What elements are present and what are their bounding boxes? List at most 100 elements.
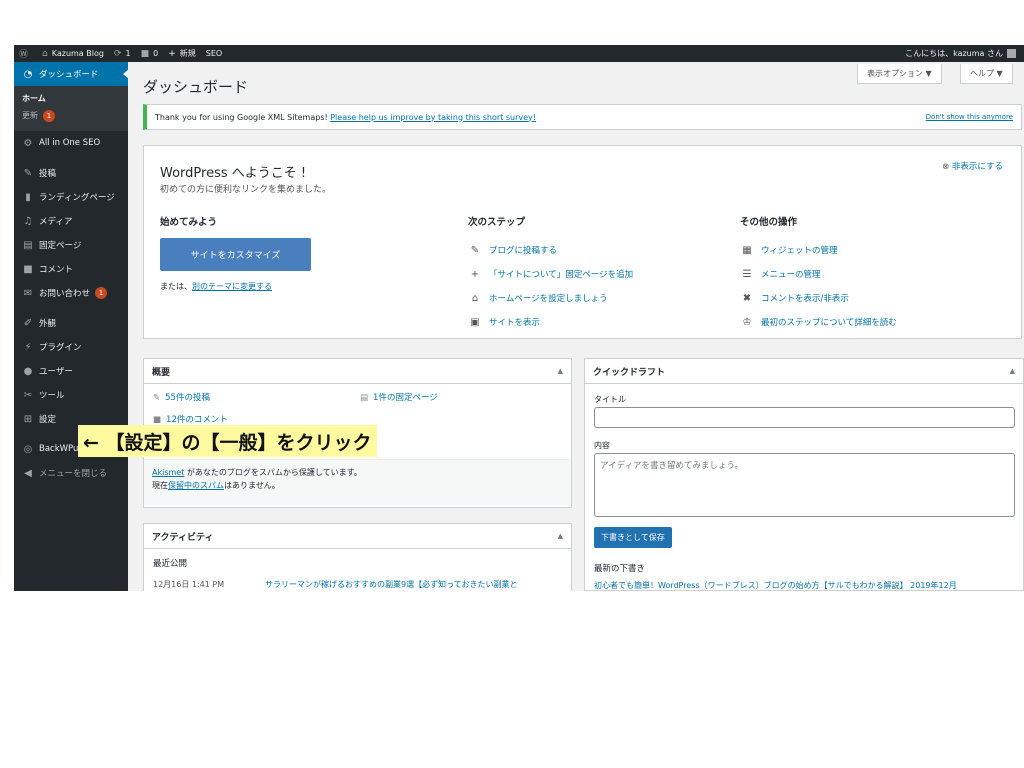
first-steps-link[interactable]: ♔ 最初のステップについて詳細を読む [740, 310, 897, 334]
pin-icon: ✎ [153, 393, 161, 403]
brush-icon: ✐ [23, 317, 33, 329]
customize-site-button[interactable]: サイトをカスタマイズ [160, 238, 311, 271]
refresh-icon: ⟳ [113, 48, 122, 59]
home-icon: ⌂ [42, 48, 48, 59]
draft-title-input[interactable] [594, 407, 1015, 428]
welcome-col-more-actions: その他の操作 ▦ ウィジェットの管理 ☰ メニューの管理 ✖ コメントを表示/非表示 … [740, 214, 897, 334]
activity-widget: アクティビティ ▲ 最近公開 12月16日 1:41 PM サラリーマンが稼げるお… [143, 523, 572, 591]
submenu-home[interactable]: ホーム [14, 90, 128, 107]
contact-badge: 1 [95, 287, 108, 299]
plus-icon: + [168, 48, 176, 59]
media-icon: ♫ [23, 215, 33, 227]
akismet-link[interactable]: Akismet [152, 468, 184, 477]
save-draft-button[interactable]: 下書きとして保存 [594, 527, 672, 548]
home-icon: ⌂ [471, 292, 479, 304]
view-site-link[interactable]: ▣ サイトを表示 [468, 310, 633, 334]
wrench-icon: ✂ [23, 389, 33, 401]
change-theme-link[interactable]: 別のテーマに変更する [192, 282, 272, 291]
screen-options-button[interactable]: 表示オプション ▼ [857, 64, 942, 84]
comments-count-link[interactable]: ■ 12件のコメント [153, 413, 228, 425]
updates-link[interactable]: ⟳ 1 [109, 45, 136, 62]
landing-icon: ▮ [25, 191, 31, 203]
page-icon: ▤ [360, 393, 369, 403]
submenu-updates[interactable]: 更新 1 [14, 107, 128, 125]
add-about-page-link[interactable]: + 「サイトについて」固定ページを追加 [468, 262, 633, 286]
dashboard-icon: ◔ [23, 68, 33, 80]
write-post-link[interactable]: ✎ ブログに投稿する [468, 238, 633, 262]
sidebar-item-users[interactable]: ● ユーザー [14, 359, 128, 383]
backwpup-icon: ◎ [23, 443, 33, 455]
my-account-link[interactable]: こんにちは、kazuma さん [900, 45, 1024, 62]
comment-icon: ■ [153, 415, 162, 425]
sidebar-collapse-menu[interactable]: ◀ メニューを閉じる [14, 461, 128, 485]
sidebar-item-landing[interactable]: ▮ ランディングページ [14, 185, 128, 209]
collapse-toggle-icon[interactable]: ▲ [558, 367, 563, 375]
user-icon: ● [23, 365, 33, 377]
survey-link[interactable]: Please help us improve by taking this sh… [330, 113, 536, 122]
sidebar-item-aioseo[interactable]: ⚙ All in One SEO [14, 131, 128, 155]
mail-icon: ✉ [23, 287, 33, 299]
toggle-comments-link[interactable]: ✖ コメントを表示/非表示 [740, 286, 897, 310]
graduation-cap-icon: ♔ [742, 316, 752, 328]
admin-bar: Ⓦ ⌂ Kazuma Blog ⟳ 1 ■ 0 + 新規 SEO こんにちは、kazum… [14, 45, 1024, 62]
wp-logo-button[interactable]: Ⓦ [14, 45, 37, 62]
sidebar-item-comments[interactable]: ■ コメント [14, 257, 128, 281]
sidebar-item-tools[interactable]: ✂ ツール [14, 383, 128, 407]
manage-menus-link[interactable]: ☰ メニューの管理 [740, 262, 897, 286]
collapse-toggle-icon[interactable]: ▲ [558, 532, 563, 540]
menu-icon: ☰ [742, 268, 752, 280]
comment-icon: ■ [23, 263, 33, 275]
sidebar-item-contact[interactable]: ✉ お問い合わせ 1 [14, 281, 128, 305]
pending-spam-link[interactable]: 保留中のスパム [168, 481, 224, 490]
comments-link[interactable]: ■ 0 [136, 45, 164, 62]
page-title: ダッシュボード [143, 78, 249, 96]
page-icon: ▤ [23, 239, 33, 251]
comment-off-icon: ✖ [742, 292, 752, 304]
settings-icon: ⊞ [23, 413, 33, 425]
sitemap-notice: Thank you for using Google XML Sitemaps!… [143, 104, 1022, 130]
pages-count-link[interactable]: ▤ 1件の固定ページ [360, 391, 438, 403]
close-icon: ⊗ [942, 162, 950, 172]
setup-homepage-link[interactable]: ⌂ ホームページを設定しましょう [468, 286, 633, 310]
collapse-toggle-icon[interactable]: ▲ [1010, 367, 1015, 375]
recent-draft-link[interactable]: 初心者でも簡単！WordPress（ワードプレス）ブログの始め方【サルでもわかる… [594, 580, 957, 591]
sidebar-item-plugins[interactable]: ⚡ プラグイン [14, 335, 128, 359]
akismet-status: Akismet があなたのブログをスパムから保護しています。 現在保留中のスパム… [144, 459, 571, 505]
monitor-icon: ▣ [470, 316, 480, 328]
admin-sidebar: ◔ ダッシュボード ホーム 更新 1 ⚙ All in One SEO ✎ 投稿 ▮ ラン… [14, 62, 129, 591]
edit-icon: ✎ [470, 244, 480, 256]
sidebar-item-posts[interactable]: ✎ 投稿 [14, 161, 128, 185]
sidebar-item-pages[interactable]: ▤ 固定ページ [14, 233, 128, 257]
welcome-col-next-steps: 次のステップ ✎ ブログに投稿する + 「サイトについて」固定ページを追加 ⌂ ホーム… [468, 214, 633, 334]
site-name-link[interactable]: ⌂ Kazuma Blog [37, 45, 109, 62]
avatar [1007, 49, 1016, 58]
instruction-callout: ← 【設定】の【一般】をクリック [78, 425, 377, 457]
widgets-icon: ▦ [742, 244, 752, 256]
sidebar-item-media[interactable]: ♫ メディア [14, 209, 128, 233]
updates-badge: 1 [43, 110, 55, 122]
quick-draft-widget: クイックドラフト ▲ タイトル 内容 アイディアを書き留めてみましょう。 下書きと… [584, 358, 1024, 591]
gear-icon: ⚙ [23, 137, 33, 149]
new-content-link[interactable]: + 新規 [163, 45, 201, 62]
wordpress-icon: Ⓦ [19, 50, 29, 60]
dismiss-notice-link[interactable]: Don't show this anymore [926, 113, 1013, 121]
welcome-hide-link[interactable]: ⊗ 非表示にする [942, 160, 1003, 172]
welcome-col-get-started: 始めてみよう サイトをカスタマイズ または、別のテーマに変更する [160, 214, 311, 292]
dashboard-submenu: ホーム 更新 1 [14, 86, 128, 131]
help-button[interactable]: ヘルプ ▼ [960, 64, 1013, 84]
collapse-icon: ◀ [24, 467, 32, 479]
manage-widgets-link[interactable]: ▦ ウィジェットの管理 [740, 238, 897, 262]
posts-count-link[interactable]: ✎ 55件の投稿 [153, 391, 210, 403]
welcome-panel: WordPress へようこそ ! 初めての方に便利なリンクを集めました。 ⊗ … [143, 145, 1022, 339]
sidebar-item-appearance[interactable]: ✐ 外観 [14, 311, 128, 335]
seo-link[interactable]: SEO [201, 45, 227, 62]
screenshot: Ⓦ ⌂ Kazuma Blog ⟳ 1 ■ 0 + 新規 SEO こんにちは、kazum… [14, 45, 1024, 591]
draft-content-textarea[interactable]: アイディアを書き留めてみましょう。 [594, 453, 1015, 517]
sidebar-item-dashboard[interactable]: ◔ ダッシュボード [14, 62, 129, 86]
plus-icon: + [470, 268, 480, 280]
welcome-title: WordPress へようこそ ! [160, 166, 307, 181]
welcome-about: 初めての方に便利なリンクを集めました。 [160, 185, 332, 195]
activity-post-link[interactable]: サラリーマンが稼げるおすすめの副業9選【必ず知っておきたい副業と [265, 579, 517, 590]
plugin-icon: ⚡ [24, 341, 32, 353]
comment-icon: ■ [140, 48, 150, 59]
